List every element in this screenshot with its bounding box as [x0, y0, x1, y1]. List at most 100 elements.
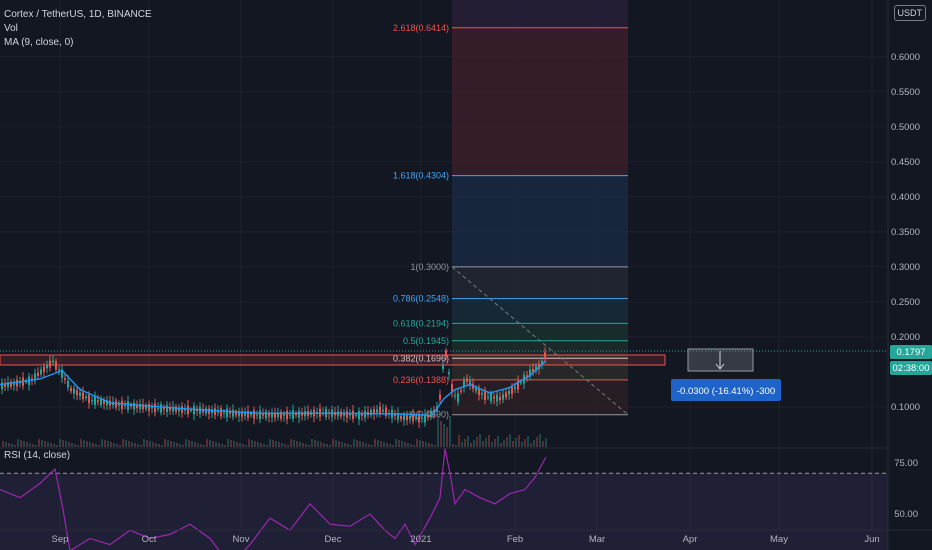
candle-body [229, 412, 231, 414]
candle-body [502, 394, 504, 400]
volume-bar [161, 445, 163, 447]
price-tick-label: 0.4500 [891, 157, 920, 168]
candle-body [151, 406, 153, 409]
candle-body [163, 407, 165, 410]
volume-bar [302, 443, 304, 447]
volume-bar [425, 442, 427, 447]
currency-button[interactable]: USDT [893, 5, 926, 21]
volume-bar [215, 442, 217, 447]
candle-body [277, 413, 279, 417]
candle-body [385, 407, 387, 416]
volume-bar [311, 439, 313, 447]
volume-bar [476, 437, 478, 447]
volume-bar [359, 441, 361, 447]
volume-bar [410, 444, 412, 447]
volume-bar [245, 445, 247, 447]
volume-bar [179, 444, 181, 447]
volume-bar [395, 439, 397, 447]
countdown-label: 02:38:00 [893, 363, 930, 374]
candle-body [439, 394, 441, 400]
time-tick-label: Mar [589, 534, 605, 545]
symbol-title[interactable]: Cortex / TetherUS, 1D, BINANCE [4, 8, 152, 22]
volume-bar [539, 434, 541, 447]
rsi-legend[interactable]: RSI (14, close) [4, 450, 70, 461]
volume-bar [137, 444, 139, 447]
candle-body [67, 380, 69, 388]
volume-bar [263, 444, 265, 447]
candle-body [421, 418, 423, 420]
candle-body [181, 406, 183, 413]
volume-bar [89, 442, 91, 447]
resistance-zone [0, 354, 666, 366]
fib-zone [452, 175, 628, 267]
volume-bar [83, 440, 85, 447]
volume-bar [434, 445, 436, 447]
volume-bar [287, 445, 289, 447]
volume-bar [32, 444, 34, 447]
volume-bar [452, 444, 454, 447]
volume-bar [317, 441, 319, 447]
volume-bar [206, 439, 208, 447]
candle-body [358, 411, 360, 420]
candle-body [286, 410, 288, 420]
volume-bar [506, 437, 508, 447]
measure-tool[interactable]: -0.0300 (-16.41%) -300 [671, 348, 781, 401]
volume-bar [113, 443, 115, 447]
volume-bar [182, 445, 184, 447]
candle-body [379, 406, 381, 414]
candle-body [430, 410, 432, 418]
candle-body [457, 393, 459, 402]
candle-body [544, 352, 546, 359]
volume-bar [149, 441, 151, 447]
volume-bar [50, 443, 52, 447]
volume-bar [275, 441, 277, 447]
volume-bar [482, 441, 484, 447]
candle-body [514, 387, 516, 389]
volume-bar [197, 443, 199, 447]
time-tick-label: Oct [142, 534, 157, 545]
volume-bar [545, 438, 547, 447]
candle-body [487, 396, 489, 398]
candle-body [493, 396, 495, 399]
ma-legend[interactable]: MA (9, close, 0) [4, 36, 152, 50]
volume-bar [296, 441, 298, 447]
volume-bar [530, 443, 532, 447]
volume-bar [479, 434, 481, 447]
candle-body [97, 400, 99, 402]
volume-bar [248, 439, 250, 447]
volume-bar [485, 438, 487, 447]
candle-body [154, 403, 156, 413]
candle-body [442, 365, 444, 369]
volume-bar [209, 440, 211, 447]
volume-bar [125, 440, 127, 447]
candle-body [298, 410, 300, 418]
price-tick-label: 0.4000 [891, 192, 920, 203]
measure-label: -0.0300 (-16.41%) -300 [677, 386, 775, 397]
volume-bar [269, 439, 271, 447]
volume-bar [449, 416, 451, 447]
candle-body [76, 390, 78, 396]
volume-bar [332, 439, 334, 447]
candle-body [1, 382, 3, 390]
volume-bar [53, 444, 55, 447]
fib-zone [452, 27, 628, 176]
volume-legend[interactable]: Vol [4, 22, 152, 36]
candle-body [520, 382, 522, 384]
volume-bar [293, 440, 295, 447]
candle-body [157, 408, 159, 410]
volume-bar [428, 443, 430, 447]
volume-bar [281, 443, 283, 447]
volume-bar [65, 441, 67, 447]
time-tick-label: Jun [864, 534, 879, 545]
volume-bar [467, 436, 469, 447]
candle-body [58, 369, 60, 371]
chart-canvas[interactable]: 2.618(0.6414) 1.618(0.4304) 1(0.3000) 0.786… [0, 0, 932, 550]
candle-body [403, 415, 405, 421]
candle-body [187, 405, 189, 415]
volume-bar [524, 439, 526, 447]
volume-bar [17, 439, 19, 447]
volume-bar [47, 442, 49, 447]
candle-body [115, 400, 117, 408]
volume-bar [299, 442, 301, 447]
volume-bar [335, 440, 337, 447]
